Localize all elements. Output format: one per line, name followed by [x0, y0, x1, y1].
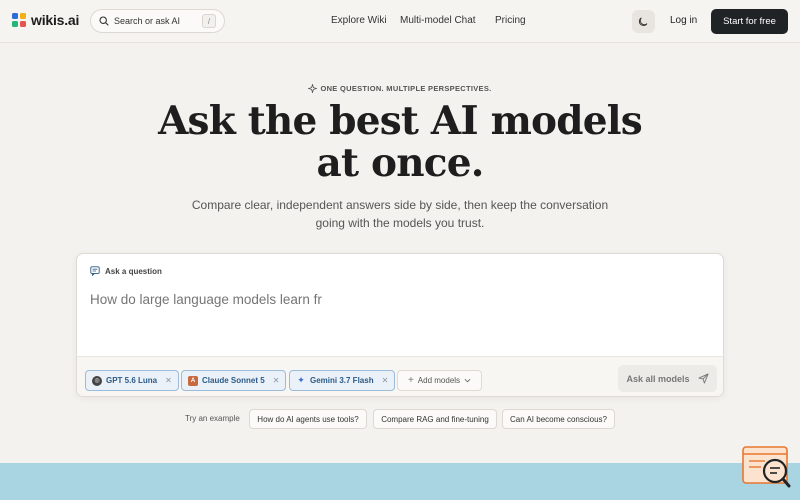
bottom-section-band — [0, 463, 800, 500]
nav-multi-model-chat[interactable]: Multi-model Chat — [400, 15, 476, 26]
logo-text: wikis.ai — [31, 12, 80, 28]
remove-model-icon[interactable]: ✕ — [273, 376, 280, 385]
search-button[interactable]: Search or ask AI / — [90, 9, 225, 33]
ask-toolbar: ◎ GPT 5.6 Luna ✕ A Claude Sonnet 5 ✕ ✦ G… — [77, 356, 723, 396]
examples-label: Try an example — [185, 414, 240, 423]
ask-all-label: Ask all models — [626, 373, 690, 384]
moon-icon — [638, 17, 648, 26]
eyebrow-text: ONE QUESTION. MULTIPLE PERSPECTIVES. — [320, 84, 492, 93]
ask-label: Ask a question — [90, 266, 162, 276]
hero-headline: Ask the best AI models at once. — [158, 98, 643, 186]
message-icon — [90, 266, 100, 276]
add-models-label: Add models — [417, 376, 461, 385]
ask-all-models-button[interactable]: Ask all models — [618, 365, 717, 392]
model-chip-gpt[interactable]: ◎ GPT 5.6 Luna ✕ — [85, 370, 179, 391]
remove-model-icon[interactable]: ✕ — [382, 376, 389, 385]
plus-icon: + — [407, 375, 414, 386]
model-chip-label: GPT 5.6 Luna — [106, 376, 158, 385]
nav-explore-wiki[interactable]: Explore Wiki — [331, 15, 387, 26]
anthropic-icon: A — [188, 375, 198, 386]
sparkle-icon — [307, 82, 319, 95]
top-nav: wikis.ai Search or ask AI / Explore Wiki… — [0, 0, 800, 43]
model-chip-claude[interactable]: A Claude Sonnet 5 ✕ — [181, 370, 287, 391]
question-input[interactable] — [90, 289, 710, 309]
theme-toggle-button[interactable] — [632, 10, 655, 33]
search-icon — [99, 16, 109, 26]
eyebrow: ONE QUESTION. MULTIPLE PERSPECTIVES. — [0, 82, 800, 95]
logo-mark-icon — [12, 13, 26, 27]
send-icon — [697, 373, 709, 384]
model-chip-gemini[interactable]: ✦ Gemini 3.7 Flash ✕ — [289, 370, 396, 391]
example-rag-vs-finetuning[interactable]: Compare RAG and fine-tuning — [373, 409, 497, 429]
example-ai-consciousness[interactable]: Can AI become conscious? — [502, 409, 615, 429]
nav-pricing[interactable]: Pricing — [495, 15, 526, 26]
example-ai-agents-tools[interactable]: How do AI agents use tools? — [249, 409, 367, 429]
chevron-down-icon — [464, 378, 471, 383]
chat-widget-icon[interactable] — [741, 444, 791, 490]
remove-model-icon[interactable]: ✕ — [165, 376, 172, 385]
openai-icon: ◎ — [92, 375, 102, 386]
model-chip-label: Gemini 3.7 Flash — [310, 376, 374, 385]
search-label: Search or ask AI — [114, 16, 181, 26]
ask-label-text: Ask a question — [105, 266, 162, 276]
start-free-button[interactable]: Start for free — [711, 9, 788, 34]
search-shortcut: / — [202, 14, 216, 28]
login-link[interactable]: Log in — [670, 15, 697, 26]
hero-subtitle: Compare clear, independent answers side … — [191, 198, 609, 230]
gemini-icon: ✦ — [297, 375, 305, 385]
ask-card: Ask a question ◎ GPT 5.6 Luna ✕ A Claude… — [76, 253, 724, 397]
model-chip-label: Claude Sonnet 5 — [202, 376, 265, 385]
add-models-button[interactable]: + Add models — [397, 370, 482, 391]
logo[interactable]: wikis.ai — [12, 12, 79, 28]
